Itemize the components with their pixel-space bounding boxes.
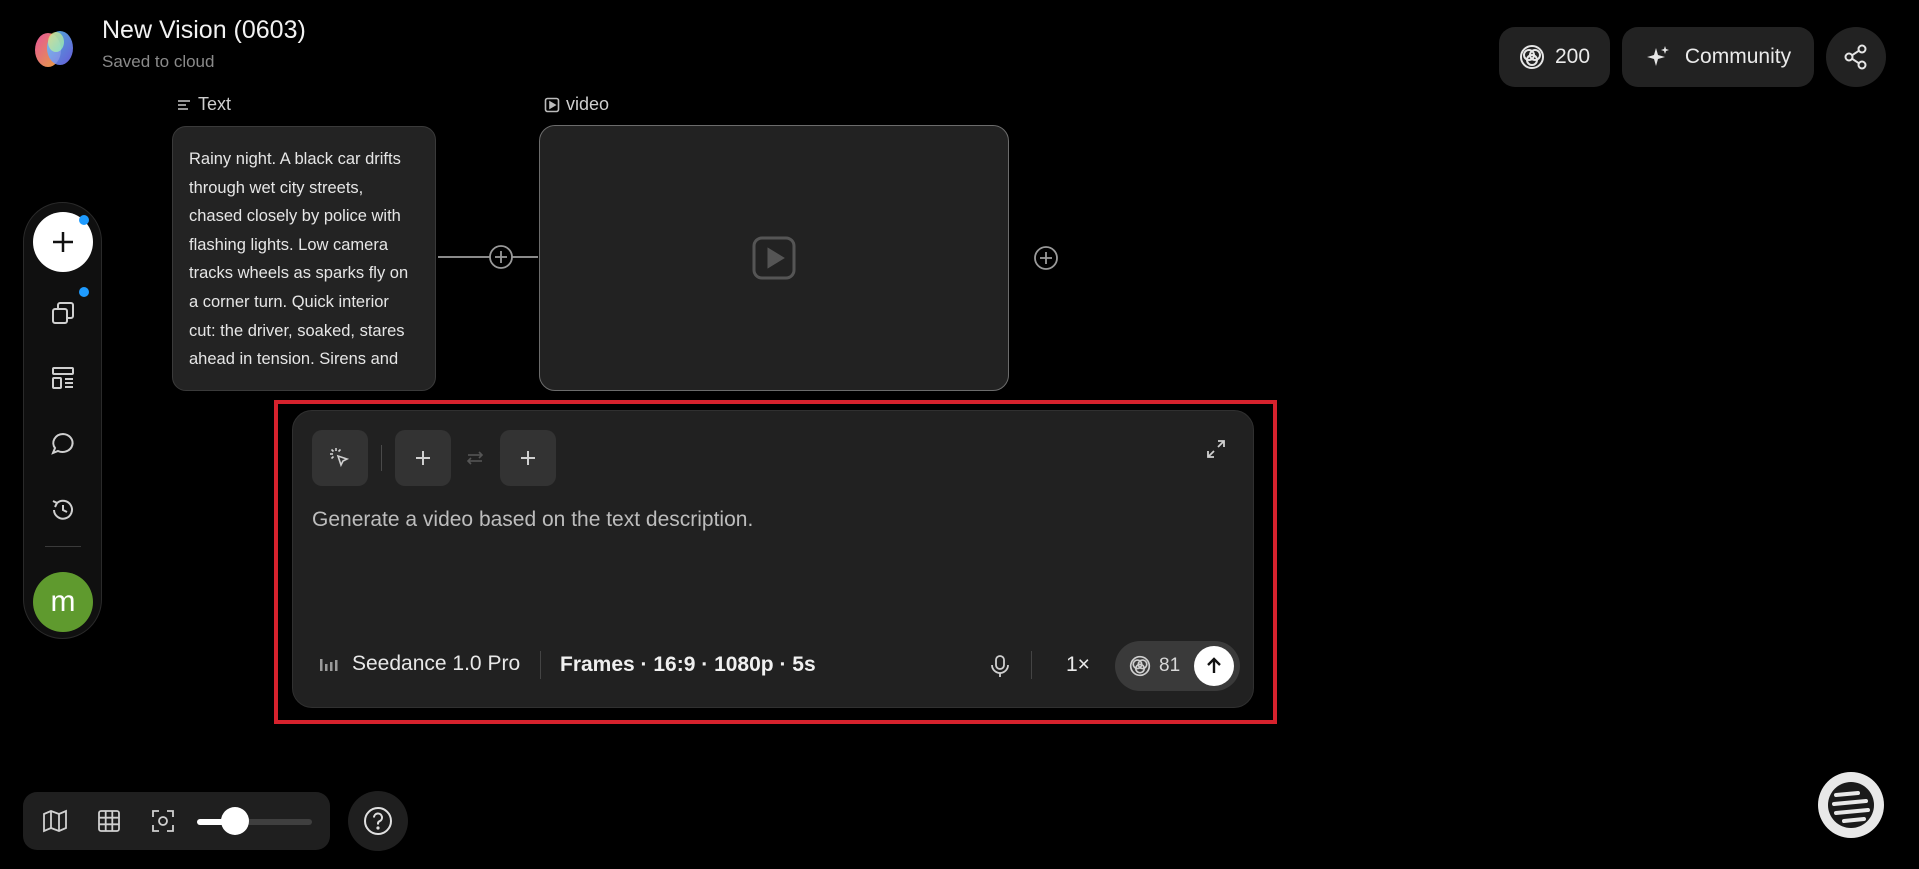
question-icon (363, 806, 393, 836)
community-label: Community (1684, 45, 1792, 68)
model-selector[interactable]: Seedance 1.0 Pro (318, 652, 520, 676)
history-button[interactable] (43, 490, 83, 530)
settings-divider (540, 651, 541, 679)
layout-icon (49, 364, 77, 392)
share-icon (1842, 43, 1870, 71)
cursor-click-icon (328, 446, 352, 470)
speed-divider (1031, 651, 1032, 679)
expand-icon[interactable] (1204, 437, 1228, 461)
bar-chart-icon (318, 653, 340, 675)
grid-icon[interactable] (96, 808, 122, 834)
credits-button[interactable]: 200 (1499, 27, 1610, 87)
video-frame-icon (544, 97, 560, 113)
chat-button[interactable] (43, 424, 83, 464)
plus-icon (413, 448, 433, 468)
help-button[interactable] (348, 791, 408, 851)
brand-logo-icon[interactable] (1818, 772, 1884, 838)
generation-settings[interactable]: Frames · 16:9 · 1080p · 5s (560, 653, 816, 677)
assets-icon (49, 299, 77, 327)
generate-button[interactable]: 81 (1115, 641, 1240, 691)
text-lines-icon (176, 97, 192, 113)
notification-dot (79, 215, 89, 225)
video-node[interactable] (539, 125, 1009, 391)
add-start-frame-button[interactable] (395, 430, 451, 486)
video-node-label: video (544, 94, 609, 115)
notification-dot (79, 287, 89, 297)
project-title[interactable]: New Vision (0603) (102, 16, 306, 45)
sparkle-icon (1645, 44, 1671, 70)
cursor-select-button[interactable] (312, 430, 368, 486)
fit-view-icon[interactable] (150, 808, 176, 834)
share-button[interactable] (1826, 27, 1886, 87)
add-end-frame-button[interactable] (500, 430, 556, 486)
model-name: Seedance 1.0 Pro (352, 652, 521, 675)
text-node-title: Text (198, 94, 232, 114)
community-button[interactable]: Community (1622, 27, 1814, 87)
text-node[interactable]: Rainy night. A black car drifts through … (172, 126, 436, 391)
assets-button[interactable] (43, 293, 83, 333)
prompt-input[interactable]: Generate a video based on the text descr… (312, 508, 753, 532)
swap-icon[interactable] (465, 448, 485, 468)
user-avatar[interactable]: m (33, 572, 93, 632)
app-logo[interactable] (30, 24, 78, 72)
credits-icon (1129, 655, 1151, 677)
chat-icon (49, 430, 77, 458)
arrow-up-icon (1204, 656, 1224, 676)
text-node-content: Rainy night. A black car drifts through … (189, 150, 409, 369)
add-next-node-icon[interactable] (1033, 245, 1059, 271)
credits-count: 200 (1554, 45, 1591, 68)
toolbar-divider (381, 445, 382, 471)
video-node-title: video (566, 94, 610, 114)
save-status: Saved to cloud (102, 52, 215, 71)
sidebar-divider (45, 546, 81, 547)
templates-button[interactable] (43, 358, 83, 398)
microphone-icon[interactable] (989, 654, 1011, 678)
play-icon (751, 235, 797, 281)
text-node-label: Text (176, 94, 231, 115)
plus-icon (50, 229, 76, 255)
generation-cost: 81 (1159, 655, 1181, 676)
zoom-slider-thumb[interactable] (221, 807, 249, 835)
add-between-icon[interactable] (488, 244, 514, 270)
history-icon (49, 496, 77, 524)
speed-selector[interactable]: 1× (1066, 653, 1090, 677)
map-icon[interactable] (42, 808, 68, 834)
plus-icon (518, 448, 538, 468)
credits-icon (1519, 44, 1545, 70)
send-button[interactable] (1194, 646, 1234, 686)
